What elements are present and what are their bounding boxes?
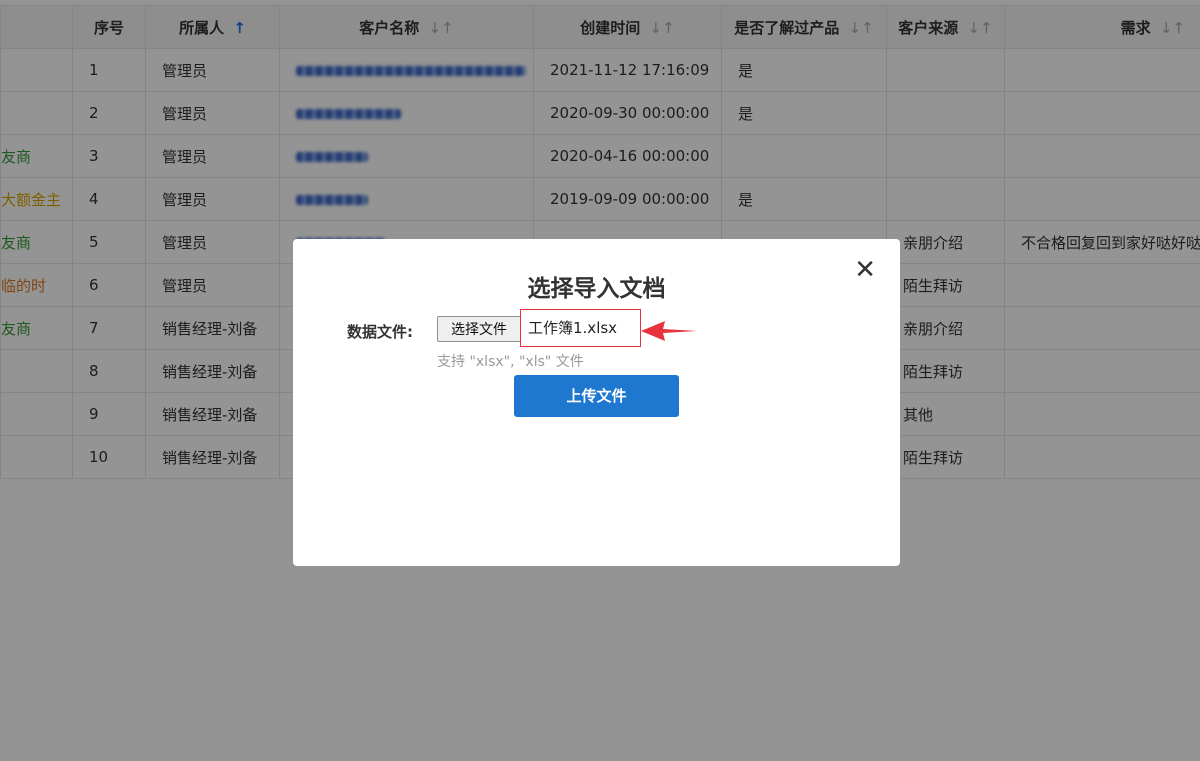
close-icon[interactable]: ✕ — [854, 257, 876, 283]
selected-file-name: 工作簿1.xlsx — [520, 309, 641, 347]
choose-file-button[interactable]: 选择文件 — [437, 316, 521, 342]
dialog-title: 选择导入文档 — [527, 276, 666, 302]
data-file-label: 数据文件: — [347, 323, 413, 341]
upload-file-button[interactable]: 上传文件 — [514, 375, 679, 417]
arrow-left-icon — [641, 321, 697, 341]
file-type-hint: 支持 "xlsx", "xls" 文件 — [437, 354, 584, 370]
import-dialog: 选择导入文档 ✕ 数据文件: 选择文件 工作簿1.xlsx 支持 "xlsx",… — [293, 239, 900, 566]
